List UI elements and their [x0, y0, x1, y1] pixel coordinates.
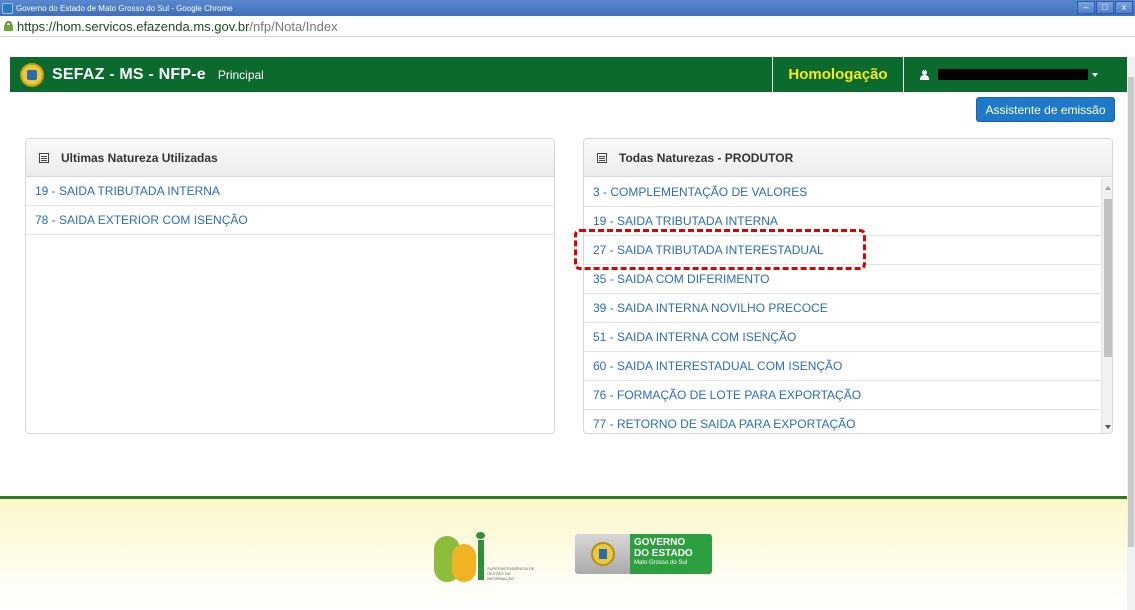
- url-path: /nfp/Nota/Index: [249, 18, 338, 34]
- address-bar[interactable]: https://hom.servicos.efazenda.ms.gov.br /…: [0, 16, 1135, 37]
- all-natures-list: 3 - COMPLEMENTAÇÃO DE VALORES 19 - SAIDA…: [584, 178, 1101, 433]
- list-item[interactable]: 77 - RETORNO DE SAIDA PARA EXPORTAÇÃO: [584, 410, 1101, 433]
- window-title: Governo do Estado de Mato Grosso do Sul …: [16, 3, 233, 13]
- panel-title: Ultimas Natureza Utilizadas: [61, 150, 218, 165]
- panel-title: Todas Naturezas - PRODUTOR: [619, 150, 794, 165]
- recent-natures-list: 19 - SAIDA TRIBUTADA INTERNA 78 - SAIDA …: [26, 177, 554, 235]
- page-scrollbar[interactable]: [1127, 57, 1135, 610]
- gov-line-do-estado: DO ESTADO: [634, 548, 693, 559]
- window-controls: – □ x: [1077, 1, 1133, 14]
- all-natures-panel: Todas Naturezas - PRODUTOR 3 - COMPLEMEN…: [583, 138, 1113, 434]
- list-item[interactable]: 51 - SAIDA INTERNA COM ISENÇÃO: [584, 323, 1101, 352]
- caret-down-icon: [1092, 72, 1098, 77]
- sgi-caption: SUPERINTENDÊNCIA DE GESTÃO DA INFORMAÇÃO: [487, 566, 535, 581]
- list-item[interactable]: 3 - COMPLEMENTAÇÃO DE VALORES: [584, 178, 1101, 207]
- list-item[interactable]: 78 - SAIDA EXTERIOR COM ISENÇÃO: [26, 206, 554, 235]
- environment-badge: Homologação: [772, 57, 904, 92]
- list-scrollbar-thumb[interactable]: [1104, 199, 1112, 357]
- close-button[interactable]: x: [1115, 1, 1133, 14]
- sgi-logo-g-shape: [452, 544, 476, 582]
- state-seal-icon: [590, 542, 615, 566]
- government-logo: GOVERNO DO ESTADO Mato Grosso do Sul: [575, 534, 712, 574]
- url-host: https://hom.servicos.efazenda.ms.gov.br: [17, 18, 250, 34]
- user-icon: [920, 69, 929, 80]
- scroll-up-icon[interactable]: [1105, 186, 1111, 190]
- lock-icon: [4, 21, 13, 31]
- list-item[interactable]: 60 - SAIDA INTERESTADUAL COM ISENÇÃO: [584, 352, 1101, 381]
- chrome-icon: [2, 2, 13, 14]
- highlight-annotation: [574, 229, 866, 270]
- panel-heading: Ultimas Natureza Utilizadas: [26, 139, 554, 177]
- gov-line-governo: GOVERNO: [634, 537, 686, 548]
- navbar-inner: SEFAZ - MS - NFP-e Principal Homologação: [10, 57, 1130, 92]
- user-name-redacted: [938, 69, 1088, 80]
- sgi-logo-dot: [476, 532, 485, 539]
- list-icon: [39, 152, 49, 163]
- minimize-button[interactable]: –: [1077, 1, 1095, 14]
- panel-heading: Todas Naturezas - PRODUTOR: [584, 139, 1112, 177]
- gov-line-state: Mato Grosso do Sul: [634, 560, 688, 566]
- window-title-bar: Governo do Estado de Mato Grosso do Sul …: [0, 0, 1135, 16]
- app-navbar: SEFAZ - MS - NFP-e Principal Homologação: [0, 57, 1135, 92]
- list-item[interactable]: 39 - SAIDA INTERNA NOVILHO PRECOCE: [584, 294, 1101, 323]
- sgi-logo-i-shape: [478, 540, 484, 580]
- assistant-button[interactable]: Assistente de emissão: [976, 97, 1115, 122]
- gov-logo-text: GOVERNO DO ESTADO Mato Grosso do Sul: [630, 534, 712, 574]
- list-icon: [597, 152, 607, 163]
- user-menu[interactable]: [910, 57, 1110, 92]
- recent-natures-panel: Ultimas Natureza Utilizadas 19 - SAIDA T…: [25, 138, 555, 434]
- maximize-button[interactable]: □: [1096, 1, 1114, 14]
- brand-link[interactable]: SEFAZ - MS - NFP-e: [52, 66, 206, 84]
- scroll-down-icon[interactable]: [1105, 425, 1111, 429]
- all-natures-list-container: 3 - COMPLEMENTAÇÃO DE VALORES 19 - SAIDA…: [584, 178, 1101, 433]
- sgi-logo: SUPERINTENDÊNCIA DE GESTÃO DA INFORMAÇÃO: [434, 532, 544, 588]
- list-item[interactable]: 76 - FORMAÇÃO DE LOTE PARA EXPORTAÇÃO: [584, 381, 1101, 410]
- gov-seal-area: [575, 534, 630, 574]
- list-item[interactable]: 19 - SAIDA TRIBUTADA INTERNA: [26, 177, 554, 206]
- footer: SUPERINTENDÊNCIA DE GESTÃO DA INFORMAÇÃO…: [0, 496, 1127, 610]
- list-scrollbar[interactable]: [1101, 178, 1112, 433]
- page-scrollbar-thumb[interactable]: [1128, 77, 1134, 547]
- state-seal-icon: [20, 62, 44, 87]
- nav-principal[interactable]: Principal: [218, 68, 264, 82]
